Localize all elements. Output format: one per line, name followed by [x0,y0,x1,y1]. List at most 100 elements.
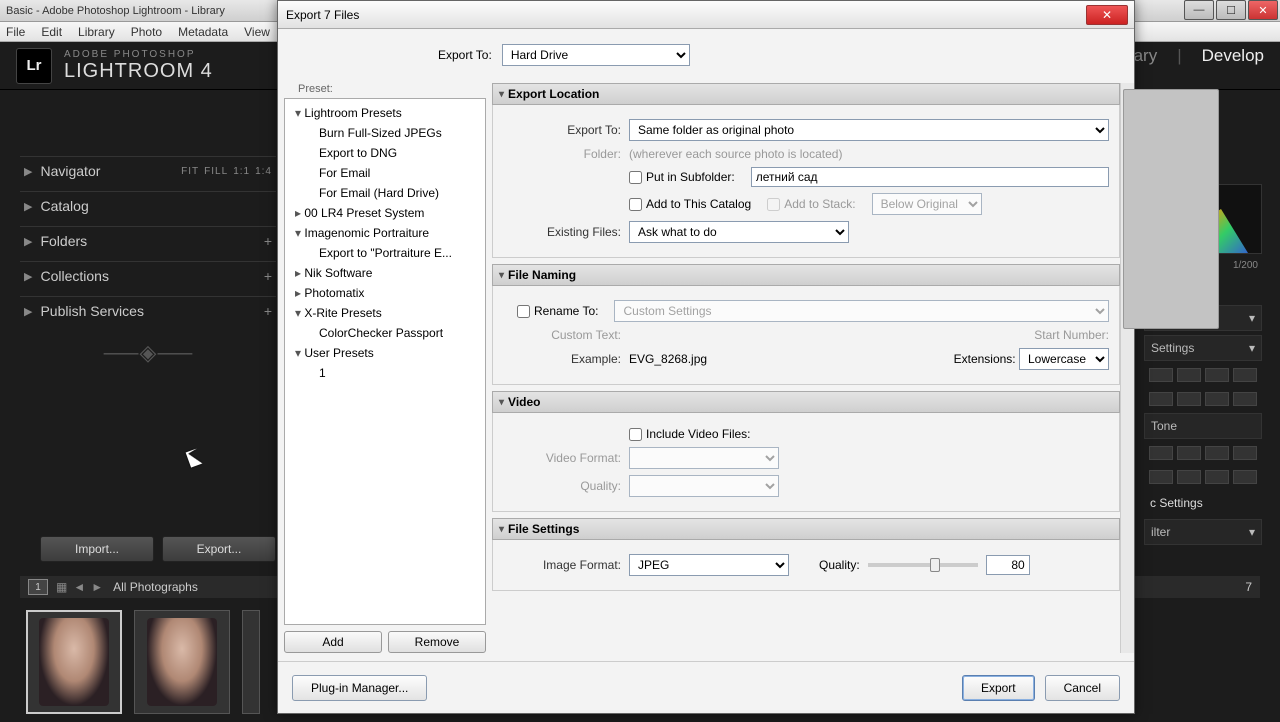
loc-export-to-select[interactable]: Same folder as original photo [629,119,1109,141]
close-button[interactable]: ✕ [1248,0,1278,20]
preset-item[interactable]: Lightroom Presets [287,103,483,123]
menu-metadata[interactable]: Metadata [178,25,228,39]
plus-icon[interactable]: + [264,268,272,284]
maximize-button[interactable]: ☐ [1216,0,1246,20]
panel-catalog-label: Catalog [40,198,88,214]
menu-library[interactable]: Library [78,25,115,39]
brand-line1: ADOBE PHOTOSHOP [64,49,213,60]
stepper-row[interactable] [1144,467,1262,487]
photo-thumb-icon [39,618,109,706]
plus-icon[interactable]: + [264,303,272,319]
add-to-catalog-checkbox[interactable]: Add to This Catalog [629,197,751,211]
menu-photo[interactable]: Photo [131,25,162,39]
source-label[interactable]: All Photographs [113,580,198,594]
preset-add-button[interactable]: Add [284,631,382,653]
preset-item[interactable]: Export to DNG [287,143,483,163]
section-export-location[interactable]: Export Location [492,83,1120,105]
panel-folders[interactable]: ▶Folders+ [20,226,276,255]
stack-position-select: Below Original [872,193,982,215]
export-to-select[interactable]: Hard Drive [502,44,690,66]
menu-file[interactable]: File [6,25,25,39]
secondary-display-badge[interactable]: 1 [28,579,48,595]
window-title: Basic - Adobe Photoshop Lightroom - Libr… [6,5,225,17]
navigator-zoom-options[interactable]: FITFILL1:11:4 [176,166,272,177]
filmstrip[interactable] [20,602,266,722]
export-button[interactable]: Export... [162,536,276,562]
preset-item[interactable]: For Email [287,163,483,183]
panel-publish[interactable]: ▶Publish Services+ [20,296,276,325]
stepper-row[interactable] [1144,389,1262,409]
stepper-row[interactable] [1144,365,1262,385]
chevron-right-icon: ▶ [24,235,32,248]
filter-row[interactable]: ilter▾ [1144,519,1262,545]
preset-item[interactable]: X-Rite Presets [287,303,483,323]
brand-line2: LIGHTROOM 4 [64,60,213,83]
image-format-select[interactable]: JPEG [629,554,789,576]
quickdev-tone-row[interactable]: Tone [1144,413,1262,439]
preset-tree[interactable]: Lightroom PresetsBurn Full-Sized JPEGsEx… [284,98,486,625]
example-label: Example: [503,352,621,366]
histogram-shutter: 1/200 [1233,260,1258,271]
rename-to-checkbox[interactable]: Rename To: [517,304,598,318]
preset-item[interactable]: 00 LR4 Preset System [287,203,483,223]
put-in-subfolder-checkbox[interactable]: Put in Subfolder: [629,170,735,184]
section-video[interactable]: Video [492,391,1120,413]
plugin-manager-button[interactable]: Plug-in Manager... [292,675,427,701]
thumbnail[interactable] [242,610,260,714]
lr-logo-icon: Lr [16,48,52,84]
stepper-row[interactable] [1144,443,1262,463]
start-number-label: Start Number: [1034,328,1109,342]
thumbnail[interactable] [134,610,230,714]
menu-edit[interactable]: Edit [41,25,62,39]
video-quality-label: Quality: [503,479,621,493]
preset-item[interactable]: Nik Software [287,263,483,283]
quality-slider[interactable] [868,563,978,567]
ornament-icon: ⸺◈⸺ [20,335,276,367]
preset-item[interactable]: Photomatix [287,283,483,303]
export-to-label: Export To: [438,48,492,62]
dropdown-icon[interactable]: ▾ [1249,525,1255,539]
menu-view[interactable]: View [244,25,270,39]
panel-collections[interactable]: ▶Collections+ [20,261,276,290]
preset-item[interactable]: For Email (Hard Drive) [287,183,483,203]
thumbnail[interactable] [26,610,122,714]
grid-icon[interactable]: ▦ [56,580,67,594]
settings-scrollbar[interactable] [1120,83,1134,653]
chevron-right-icon: ▶ [24,305,32,318]
preset-item[interactable]: ColorChecker Passport [287,323,483,343]
quickdev-settings-row2[interactable]: Settings ▾ [1144,335,1262,361]
module-develop-tab[interactable]: Develop [1202,46,1264,66]
panel-navigator[interactable]: ▶ Navigator FITFILL1:11:4 [20,156,276,185]
preset-item[interactable]: Burn Full-Sized JPEGs [287,123,483,143]
extensions-select[interactable]: Lowercase [1019,348,1109,370]
settings-label: Settings [1151,341,1194,355]
minimize-button[interactable]: — [1184,0,1214,20]
sync-settings[interactable]: c Settings [1144,491,1262,515]
section-file-naming[interactable]: File Naming [492,264,1120,286]
import-button[interactable]: Import... [40,536,154,562]
plus-icon[interactable]: + [264,233,272,249]
preset-remove-button[interactable]: Remove [388,631,486,653]
forward-icon[interactable]: ► [91,580,103,594]
include-video-checkbox[interactable]: Include Video Files: [629,427,751,441]
existing-files-select[interactable]: Ask what to do [629,221,849,243]
dialog-title-bar[interactable]: Export 7 Files ✕ [278,1,1134,29]
section-file-settings[interactable]: File Settings [492,518,1120,540]
dropdown-icon[interactable]: ▾ [1249,341,1255,355]
cancel-button[interactable]: Cancel [1045,675,1120,701]
quality-value-input[interactable] [986,555,1030,575]
dropdown-icon[interactable]: ▾ [1249,311,1255,325]
chevron-right-icon: ▶ [24,165,32,178]
module-library-tab[interactable]: ary [1134,46,1158,66]
existing-files-label: Existing Files: [503,225,621,239]
export-confirm-button[interactable]: Export [962,675,1035,701]
loc-export-to-label: Export To: [503,123,621,137]
panel-catalog[interactable]: ▶Catalog [20,191,276,220]
preset-item[interactable]: Export to "Portraiture E... [287,243,483,263]
dialog-close-button[interactable]: ✕ [1086,5,1128,25]
preset-item[interactable]: User Presets [287,343,483,363]
preset-item[interactable]: Imagenomic Portraiture [287,223,483,243]
subfolder-name-input[interactable] [751,167,1109,187]
preset-item[interactable]: 1 [287,363,483,383]
back-icon[interactable]: ◄ [73,580,85,594]
